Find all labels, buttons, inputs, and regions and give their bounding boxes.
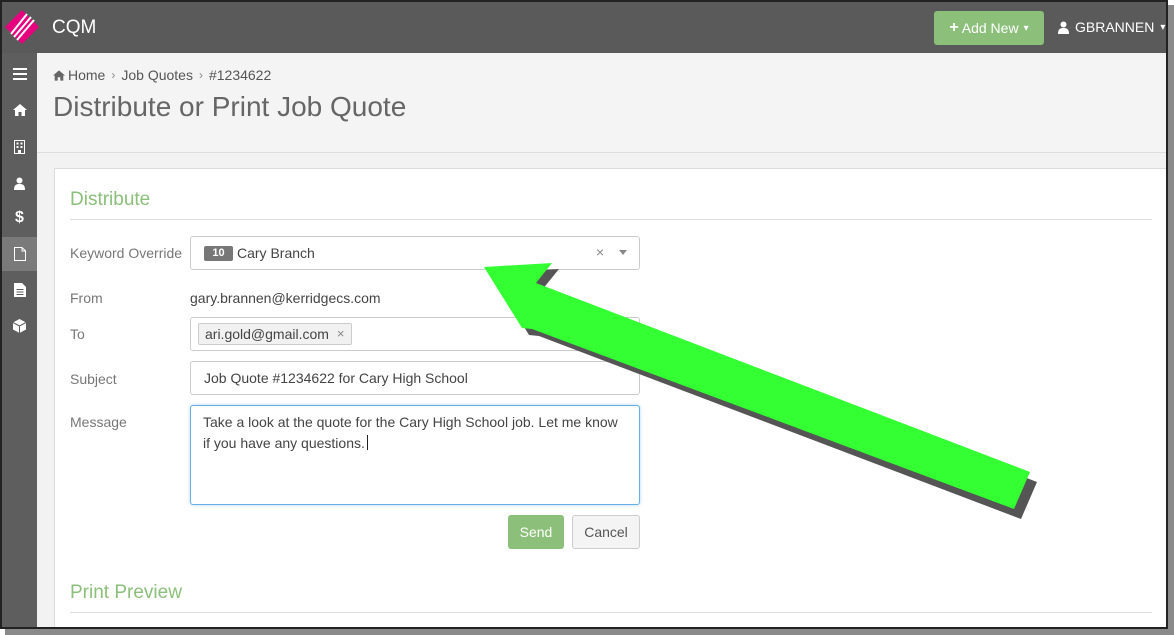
page-title: Distribute or Print Job Quote: [53, 91, 407, 122]
from-label: From: [70, 290, 103, 306]
message-label: Message: [70, 414, 127, 430]
page-header: Home › Job Quotes › #1234622 Distribute …: [37, 53, 1166, 153]
recipient-email: ari.gold@gmail.com: [205, 326, 329, 342]
app-title[interactable]: CQM: [52, 17, 96, 39]
user-icon: [14, 177, 25, 190]
sidebar-item-documents[interactable]: [2, 273, 37, 307]
file-icon: [13, 247, 26, 261]
send-button[interactable]: Send: [508, 515, 564, 549]
divider: [70, 219, 1152, 220]
caret-down-icon[interactable]: [619, 250, 627, 255]
chevron-right-icon: ›: [111, 68, 116, 82]
chevron-down-icon: ▾: [1160, 21, 1166, 33]
home-icon: [53, 69, 65, 81]
menu-icon: [12, 68, 27, 80]
sidebar: $: [2, 53, 37, 627]
chevron-down-icon: ▾: [1023, 22, 1029, 34]
text-cursor: [366, 435, 368, 450]
message-value: Take a look at the quote for the Cary Hi…: [203, 414, 618, 451]
breadcrumb-home[interactable]: Home: [68, 67, 105, 83]
logo[interactable]: [5, 10, 39, 44]
frame-shadow: [5, 629, 1174, 635]
breadcrumb-job-quotes[interactable]: Job Quotes: [121, 67, 193, 83]
keyword-override-select[interactable]: 10 Cary Branch ×: [190, 236, 640, 270]
user-menu[interactable]: GBRANNEN ▾: [1058, 19, 1165, 35]
keyword-badge: 10: [204, 246, 233, 261]
frame-shadow: [1168, 5, 1174, 635]
breadcrumb-current: #1234622: [208, 67, 272, 83]
chevron-right-icon: ›: [198, 68, 203, 82]
divider: [70, 612, 1152, 613]
building-icon: [14, 140, 25, 154]
home-icon: [12, 104, 27, 116]
cancel-button[interactable]: Cancel: [572, 515, 640, 549]
clear-icon[interactable]: ×: [596, 244, 604, 260]
recipient-tag: ari.gold@gmail.com ×: [198, 323, 352, 345]
sidebar-item-menu[interactable]: [2, 57, 37, 91]
remove-tag-icon[interactable]: ×: [337, 324, 345, 344]
sidebar-item-quotes[interactable]: [2, 237, 37, 271]
to-field[interactable]: ari.gold@gmail.com ×: [190, 317, 640, 351]
sidebar-item-customers[interactable]: [2, 166, 37, 200]
subject-value: Job Quote #1234622 for Cary High School: [204, 370, 468, 386]
add-new-button[interactable]: + Add New ▾: [934, 11, 1044, 45]
distribute-panel: Distribute Keyword Override 10 Cary Bran…: [54, 168, 1166, 627]
sidebar-item-pricing[interactable]: $: [2, 201, 37, 235]
print-preview-section-title: Print Preview: [70, 582, 182, 603]
top-navbar: CQM + Add New ▾ GBRANNEN ▾: [2, 2, 1166, 53]
user-name: GBRANNEN: [1075, 19, 1155, 35]
distribute-section-title: Distribute: [70, 189, 151, 210]
message-textarea[interactable]: Take a look at the quote for the Cary Hi…: [190, 405, 640, 505]
breadcrumb: Home › Job Quotes › #1234622: [53, 67, 271, 83]
file-text-icon: [13, 283, 26, 297]
cube-icon: [13, 319, 26, 333]
subject-input[interactable]: Job Quote #1234622 for Cary High School: [190, 361, 640, 395]
subject-label: Subject: [70, 371, 117, 387]
app-window: CQM + Add New ▾ GBRANNEN ▾ $ Home › Job …: [0, 0, 1168, 629]
sidebar-item-building[interactable]: [2, 130, 37, 164]
dollar-icon: $: [15, 209, 24, 226]
keyword-override-label: Keyword Override: [70, 245, 183, 261]
from-value: gary.brannen@kerridgecs.com: [190, 290, 381, 306]
sidebar-item-home[interactable]: [2, 93, 37, 127]
sidebar-item-products[interactable]: [2, 309, 37, 343]
user-icon: [1058, 21, 1069, 34]
plus-icon: +: [949, 19, 959, 36]
add-new-label: Add New: [961, 20, 1019, 36]
to-label: To: [70, 326, 85, 342]
keyword-value: Cary Branch: [237, 245, 315, 261]
